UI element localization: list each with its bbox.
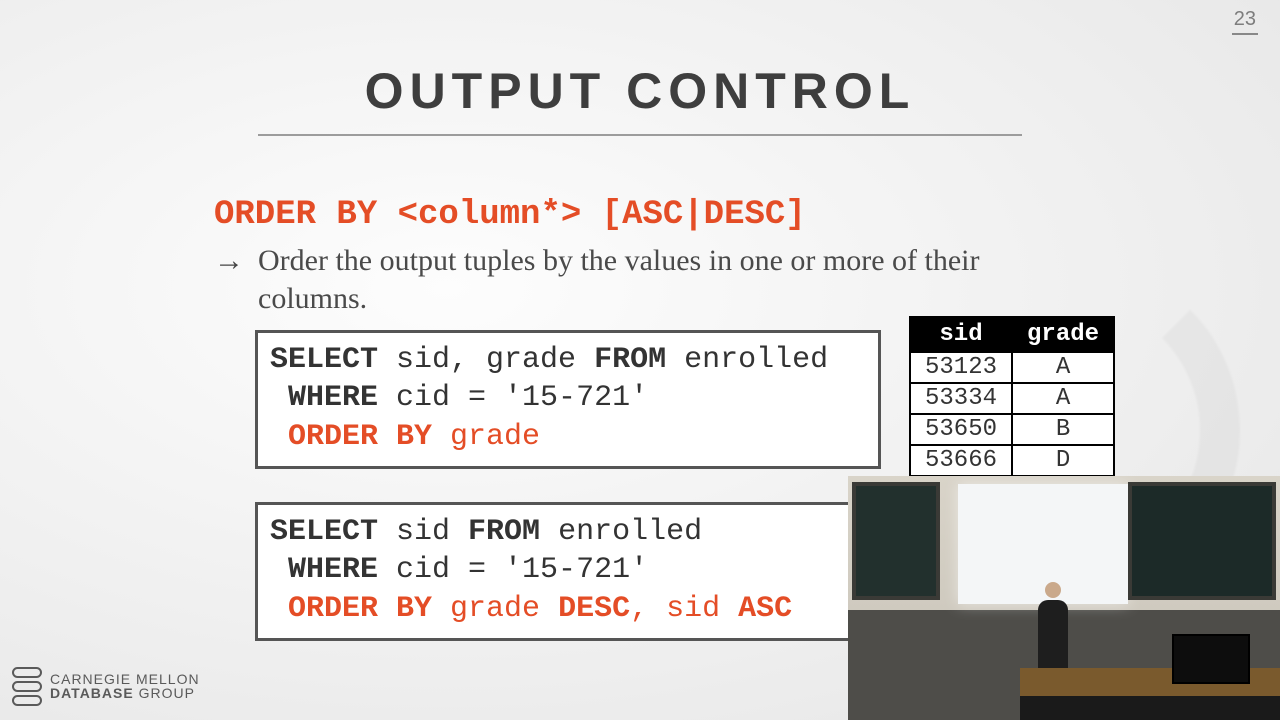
cell-sid: 53334 xyxy=(910,383,1012,414)
footer-line2: DATABASE GROUP xyxy=(50,686,200,701)
orderby-col: grade xyxy=(450,592,558,626)
code-text: sid, grade xyxy=(378,343,594,377)
cell-grade: A xyxy=(1012,383,1114,414)
table-row: 53334A xyxy=(910,383,1114,414)
cell-grade: B xyxy=(1012,414,1114,445)
kw-from: FROM xyxy=(594,343,666,377)
code-text: enrolled xyxy=(666,343,828,377)
result-table: sid grade 53123A 53334A 53650B 53666D xyxy=(909,316,1115,477)
code-text: enrolled xyxy=(540,515,702,549)
code-text: cid = '15-721' xyxy=(378,553,648,587)
footer-logo: CARNEGIE MELLON DATABASE GROUP xyxy=(12,667,200,706)
code-example-2: SELECT sid FROM enrolled WHERE cid = '15… xyxy=(255,502,851,641)
cell-sid: 53666 xyxy=(910,445,1012,476)
kw-where: WHERE xyxy=(270,381,378,415)
kw-orderby: ORDER BY xyxy=(270,420,450,454)
description-row: → Order the output tuples by the values … xyxy=(214,242,1034,319)
code-text: sid xyxy=(378,515,468,549)
cell-grade: A xyxy=(1012,352,1114,383)
kw-where: WHERE xyxy=(270,553,378,587)
cell-grade: D xyxy=(1012,445,1114,476)
kw-select: SELECT xyxy=(270,515,378,549)
content-block: ORDER BY <column*> [ASC|DESC] → Order th… xyxy=(214,196,1034,319)
footer-line1: CARNEGIE MELLON xyxy=(50,672,200,686)
kw-asc: ASC xyxy=(738,592,792,626)
code-example-1: SELECT sid, grade FROM enrolled WHERE ci… xyxy=(255,330,881,469)
orderby-syntax: ORDER BY <column*> [ASC|DESC] xyxy=(214,196,1034,234)
lecture-video-thumbnail xyxy=(848,476,1280,720)
description-text: Order the output tuples by the values in… xyxy=(258,242,1028,319)
cell-sid: 53123 xyxy=(910,352,1012,383)
title-underline xyxy=(258,134,1022,136)
table-row: 53123A xyxy=(910,352,1114,383)
table-row: 53650B xyxy=(910,414,1114,445)
kw-desc: DESC xyxy=(558,592,630,626)
page-number: 23 xyxy=(1232,8,1258,35)
kw-from: FROM xyxy=(468,515,540,549)
arrow-icon: → xyxy=(214,242,258,319)
orderby-col: grade xyxy=(450,420,540,454)
kw-orderby: ORDER BY xyxy=(270,592,450,626)
col-sid: sid xyxy=(910,317,1012,352)
database-icon xyxy=(12,667,42,706)
orderby-sep: , sid xyxy=(630,592,738,626)
slide-title: OUTPUT CONTROL xyxy=(0,62,1280,120)
cell-sid: 53650 xyxy=(910,414,1012,445)
col-grade: grade xyxy=(1012,317,1114,352)
kw-select: SELECT xyxy=(270,343,378,377)
code-text: cid = '15-721' xyxy=(378,381,648,415)
table-row: 53666D xyxy=(910,445,1114,476)
